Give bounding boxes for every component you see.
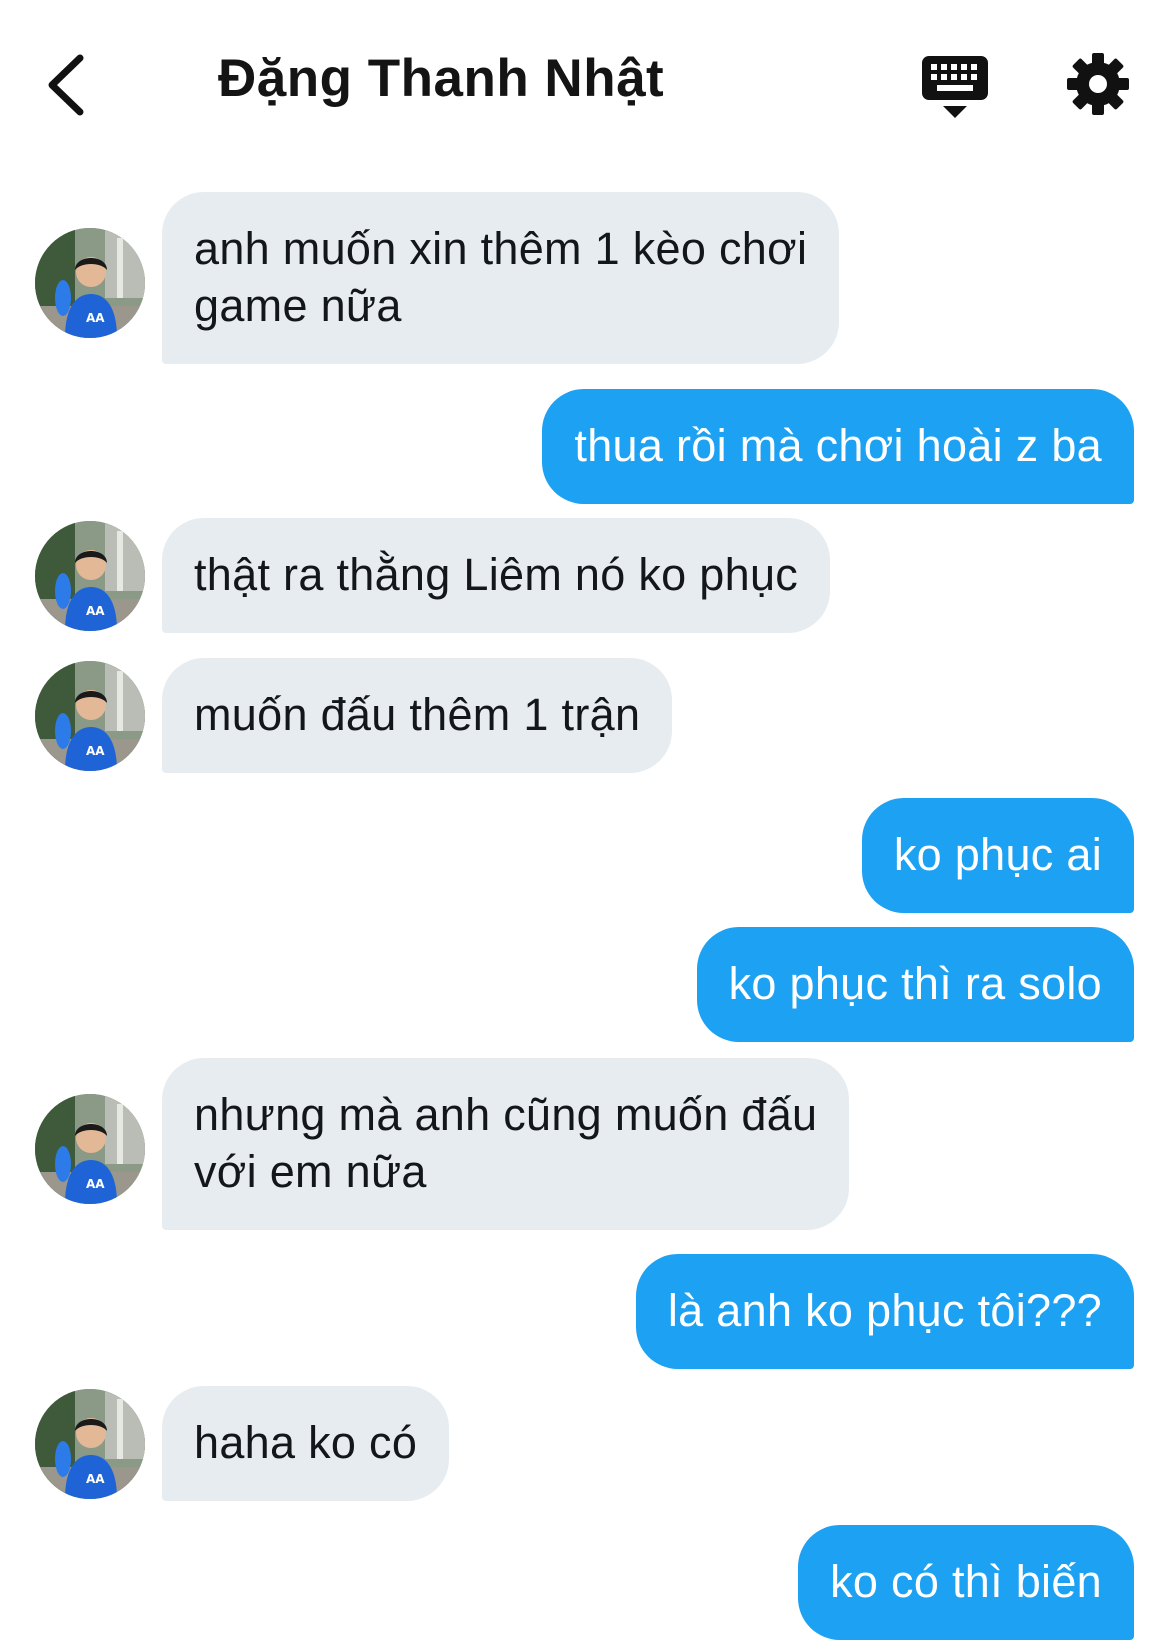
outgoing-message-bubble[interactable]: ko phục thì ra solo [696,927,1134,1042]
incoming-message-bubble[interactable]: haha ko có [162,1386,450,1501]
incoming-message-bubble[interactable]: nhưng mà anh cũng muốn đấu với em nữa [162,1058,850,1230]
settings-button[interactable] [1066,52,1130,116]
message-row: nhưng mà anh cũng muốn đấu với em nữa AA [0,1058,1170,1230]
svg-text:AA: AA [86,744,105,758]
incoming-message-bubble[interactable]: thật ra thằng Liêm nó ko phục [162,518,831,633]
svg-text:AA: AA [86,604,105,618]
conversation-title: Đặng Thanh Nhật [218,49,665,108]
incoming-message-bubble[interactable]: muốn đấu thêm 1 trận [162,658,673,773]
message-row: ko có thì biến [0,1525,1170,1640]
outgoing-message-bubble[interactable]: thua rồi mà chơi hoài z ba [542,389,1134,504]
message-text: thật ra thằng Liêm nó ko phục [194,549,799,600]
message-text: là anh ko phục tôi??? [667,1285,1102,1336]
message-text: với em nữa [194,1146,427,1197]
outgoing-message-bubble[interactable]: là anh ko phục tôi??? [635,1254,1134,1369]
outgoing-message-bubble[interactable]: ko có thì biến [798,1525,1134,1640]
chevron-left-icon [48,54,84,116]
message-text: nhưng mà anh cũng muốn đấu [194,1089,818,1140]
message-row: ko phục thì ra solo [0,927,1170,1042]
message-text: muốn đấu thêm 1 trận [194,689,641,740]
avatar[interactable]: AA [35,1094,145,1204]
svg-text:AA: AA [86,311,105,325]
message-text: haha ko có [194,1417,418,1468]
avatar[interactable]: AA [35,521,145,631]
message-text: thua rồi mà chơi hoài z ba [574,420,1102,471]
message-row: thua rồi mà chơi hoài z ba [0,389,1170,504]
message-row: anh muốn xin thêm 1 kèo chơi game nữa AA [0,192,1170,364]
conversation-header: Đặng Thanh Nhật [0,0,1170,170]
keyboard-icon [922,56,988,118]
avatar[interactable]: AA [35,228,145,338]
message-row: ko phục ai [0,798,1170,913]
avatar[interactable]: AA [35,661,145,771]
message-text: anh muốn xin thêm 1 kèo chơi [194,223,808,274]
message-text: ko phục thì ra solo [728,958,1102,1009]
back-button[interactable] [38,50,98,120]
message-text: ko phục ai [893,829,1102,880]
svg-text:AA: AA [86,1177,105,1191]
message-row: là anh ko phục tôi??? [0,1254,1170,1369]
message-text: ko có thì biến [830,1556,1102,1607]
incoming-message-bubble[interactable]: anh muốn xin thêm 1 kèo chơi game nữa [162,192,840,364]
message-row: muốn đấu thêm 1 trận AA [0,658,1170,773]
keyboard-toggle-button[interactable] [920,54,990,120]
message-text: game nữa [194,280,402,331]
message-row: haha ko có AA [0,1386,1170,1501]
gear-icon [1067,53,1129,115]
svg-text:AA: AA [86,1472,105,1486]
message-row: thật ra thằng Liêm nó ko phục AA [0,518,1170,633]
avatar[interactable]: AA [35,1389,145,1499]
outgoing-message-bubble[interactable]: ko phục ai [861,798,1134,913]
